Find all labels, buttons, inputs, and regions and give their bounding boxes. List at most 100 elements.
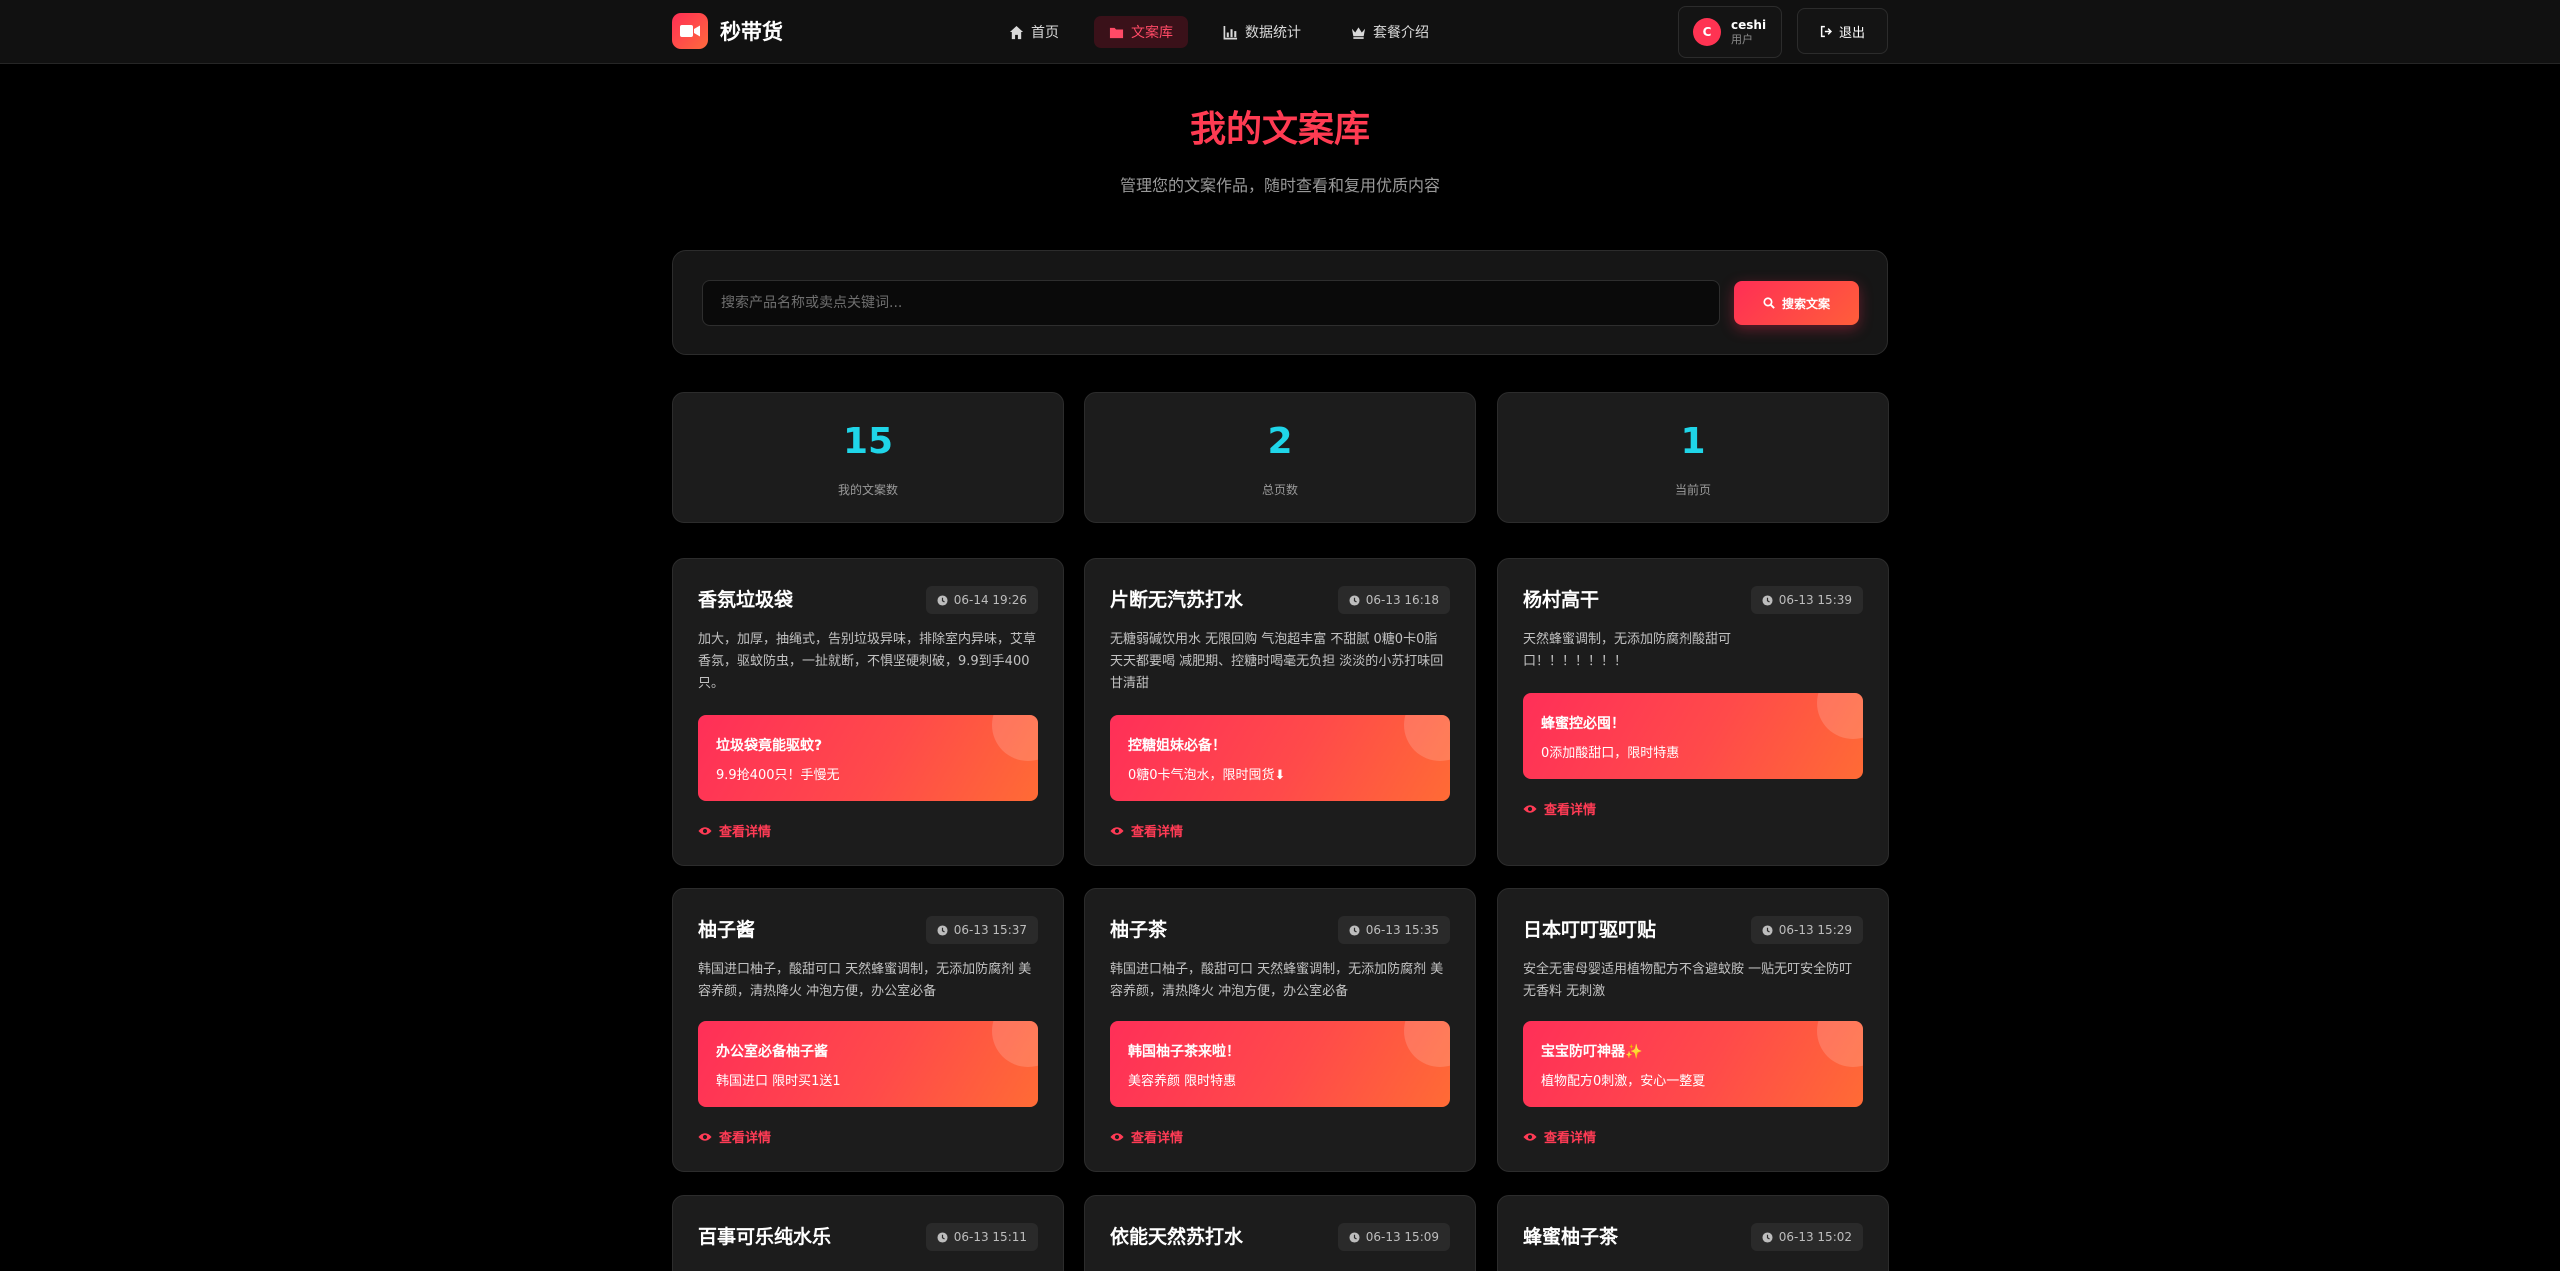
nav-item-plans[interactable]: 套餐介绍 — [1336, 16, 1444, 48]
promo-title: 垃圾袋竟能驱蚊? — [716, 738, 823, 754]
copy-card[interactable]: 香氛垃圾袋 06-14 19:26 加大，加厚，抽绳式，告别垃圾异味，排除室内异… — [672, 558, 1064, 866]
promo-banner: 宝宝防叮神器✨ 植物配方0刺激，安心一整夏 — [1523, 1021, 1863, 1107]
promo-decoration — [1817, 693, 1863, 739]
clock-icon — [1762, 594, 1773, 606]
clock-icon — [937, 1231, 948, 1243]
card-timestamp: 06-13 15:37 — [925, 916, 1038, 944]
promo-text: 韩国进口 限时买1送1 — [716, 1074, 841, 1089]
promo-banner: 垃圾袋竟能驱蚊? 9.9抢400只！手慢无 — [698, 715, 1038, 801]
search-input[interactable] — [702, 280, 1720, 326]
copy-card[interactable]: 片断无汽苏打水 06-13 16:18 无糖弱碱饮用水 无限回购 气泡超丰富 不… — [1084, 558, 1476, 866]
page-subtitle: 管理您的文案作品，随时查看和复用优质内容 — [1119, 176, 1440, 195]
card-time-text: 06-13 15:29 — [1778, 923, 1852, 937]
view-details-link[interactable]: 查看详情 — [698, 1127, 771, 1146]
page-title: 我的文案库 — [1189, 109, 1370, 150]
nav-item-copy-library[interactable]: 文案库 — [1094, 16, 1188, 48]
view-details-link[interactable]: 查看详情 — [1523, 1127, 1596, 1146]
video-camera-icon — [672, 13, 708, 49]
stat-value: 2 — [1267, 421, 1293, 462]
eye-icon — [1523, 804, 1537, 813]
card-title: 片断无汽苏打水 — [1110, 589, 1244, 611]
promo-banner: 韩国柚子茶来啦！ 美容养颜 限时特惠 — [1110, 1021, 1450, 1107]
card-time-text: 06-13 15:02 — [1778, 1230, 1852, 1244]
stat-label: 我的文案数 — [837, 483, 898, 497]
copy-card[interactable]: 蜂蜜柚子茶 06-13 15:02 — [1497, 1195, 1889, 1271]
eye-icon — [698, 826, 712, 835]
clock-icon — [1349, 1231, 1360, 1243]
clock-icon — [1349, 924, 1360, 936]
card-time-text: 06-13 15:11 — [953, 1230, 1027, 1244]
view-details-link[interactable]: 查看详情 — [1110, 821, 1183, 840]
card-title: 柚子酱 — [698, 919, 756, 941]
promo-text: 9.9抢400只！手慢无 — [716, 768, 840, 783]
promo-banner: 办公室必备柚子酱 韩国进口 限时买1送1 — [698, 1021, 1038, 1107]
user-menu[interactable]: C ceshi 用户 — [1678, 6, 1782, 58]
search-icon — [1763, 297, 1775, 309]
card-description: 无糖弱碱饮用水 无限回购 气泡超丰富 不甜腻 0糖0卡0脂 天天都要喝 减肥期、… — [1110, 632, 1444, 691]
nav-item-home[interactable]: 首页 — [994, 16, 1074, 48]
copy-card[interactable]: 杨村高干 06-13 15:39 天然蜂蜜调制，无添加防腐剂酸甜可口！！！！！！… — [1497, 558, 1889, 866]
card-timestamp: 06-13 15:39 — [1750, 586, 1863, 614]
nav-item-statistics[interactable]: 数据统计 — [1208, 16, 1316, 48]
card-title: 百事可乐纯水乐 — [698, 1226, 832, 1248]
card-time-text: 06-14 19:26 — [953, 593, 1027, 607]
stat-value: 1 — [1680, 421, 1706, 462]
user-name: ceshi — [1731, 18, 1767, 32]
sign-out-icon — [1820, 25, 1832, 37]
clock-icon — [1762, 1231, 1773, 1243]
promo-text: 0糖0卡气泡水，限时囤货⬇ — [1128, 768, 1286, 783]
card-description: 加大，加厚，抽绳式，告别垃圾异味，排除室内异味，艾草香氛，驱蚊防虫，一扯就断，不… — [698, 632, 1037, 691]
logout-button[interactable]: 退出 — [1797, 8, 1888, 54]
copy-card[interactable]: 日本叮叮驱叮贴 06-13 15:29 安全无害母婴适用植物配方不含避蚊胺 一贴… — [1497, 888, 1889, 1172]
view-details-label: 查看详情 — [1131, 1131, 1184, 1146]
chart-icon — [1223, 25, 1238, 39]
nav-item-label: 文案库 — [1131, 25, 1173, 41]
nav-item-label: 首页 — [1031, 25, 1059, 41]
copy-card[interactable]: 柚子酱 06-13 15:37 韩国进口柚子，酸甜可口 天然蜂蜜调制，无添加防腐… — [672, 888, 1064, 1172]
promo-text: 美容养颜 限时特惠 — [1128, 1074, 1237, 1089]
copy-card[interactable]: 依能天然苏打水 06-13 15:09 — [1084, 1195, 1476, 1271]
promo-title: 韩国柚子茶来啦！ — [1128, 1044, 1240, 1060]
view-details-link[interactable]: 查看详情 — [1110, 1127, 1183, 1146]
promo-text: 0添加酸甜口，限时特惠 — [1541, 746, 1680, 761]
card-timestamp: 06-13 16:18 — [1337, 586, 1450, 614]
search-button[interactable]: 搜索文案 — [1734, 281, 1859, 325]
brand[interactable]: 秒带货 — [672, 13, 783, 49]
clock-icon — [937, 594, 948, 606]
card-title: 香氛垃圾袋 — [698, 589, 794, 611]
view-details-label: 查看详情 — [719, 1131, 772, 1146]
eye-icon — [1110, 826, 1124, 835]
card-time-text: 06-13 15:35 — [1365, 923, 1439, 937]
card-title: 日本叮叮驱叮贴 — [1523, 919, 1657, 941]
main-nav: 首页 文案库 数据统计 套餐介绍 — [994, 16, 1444, 48]
card-timestamp: 06-13 15:02 — [1750, 1223, 1863, 1251]
nav-item-label: 数据统计 — [1245, 25, 1301, 41]
stat-value: 15 — [842, 421, 894, 462]
card-time-text: 06-13 15:39 — [1778, 593, 1852, 607]
promo-decoration — [1404, 715, 1450, 761]
card-title: 蜂蜜柚子茶 — [1523, 1226, 1619, 1248]
promo-decoration — [1817, 1021, 1863, 1067]
stat-label: 当前页 — [1674, 483, 1711, 497]
copy-card[interactable]: 百事可乐纯水乐 06-13 15:11 — [672, 1195, 1064, 1271]
user-role: 用户 — [1731, 33, 1753, 46]
view-details-link[interactable]: 查看详情 — [1523, 799, 1596, 818]
search-panel: 搜索文案 — [672, 250, 1888, 355]
card-timestamp: 06-13 15:09 — [1337, 1223, 1450, 1251]
stat-card-current-page: 1 当前页 — [1497, 392, 1889, 523]
card-description: 天然蜂蜜调制，无添加防腐剂酸甜可口！！！！！！！ — [1523, 632, 1732, 669]
card-description: 安全无害母婴适用植物配方不含避蚊胺 一贴无叮安全防叮 无香料 无刺激 — [1523, 962, 1853, 999]
promo-banner: 控糖姐妹必备！ 0糖0卡气泡水，限时囤货⬇ — [1110, 715, 1450, 801]
promo-decoration — [992, 1021, 1038, 1067]
stat-card-total-copies: 15 我的文案数 — [672, 392, 1064, 523]
card-description: 韩国进口柚子，酸甜可口 天然蜂蜜调制，无添加防腐剂 美容养颜，清热降火 冲泡方便… — [698, 962, 1032, 999]
promo-title: 宝宝防叮神器✨ — [1541, 1044, 1643, 1060]
stat-label: 总页数 — [1261, 483, 1298, 497]
view-details-link[interactable]: 查看详情 — [698, 821, 771, 840]
brand-name: 秒带货 — [720, 20, 783, 44]
card-description: 韩国进口柚子，酸甜可口 天然蜂蜜调制，无添加防腐剂 美容养颜，清热降火 冲泡方便… — [1110, 962, 1444, 999]
home-icon — [1009, 25, 1024, 39]
promo-text: 植物配方0刺激，安心一整夏 — [1541, 1074, 1706, 1089]
copy-card[interactable]: 柚子茶 06-13 15:35 韩国进口柚子，酸甜可口 天然蜂蜜调制，无添加防腐… — [1084, 888, 1476, 1172]
eye-icon — [1110, 1132, 1124, 1141]
